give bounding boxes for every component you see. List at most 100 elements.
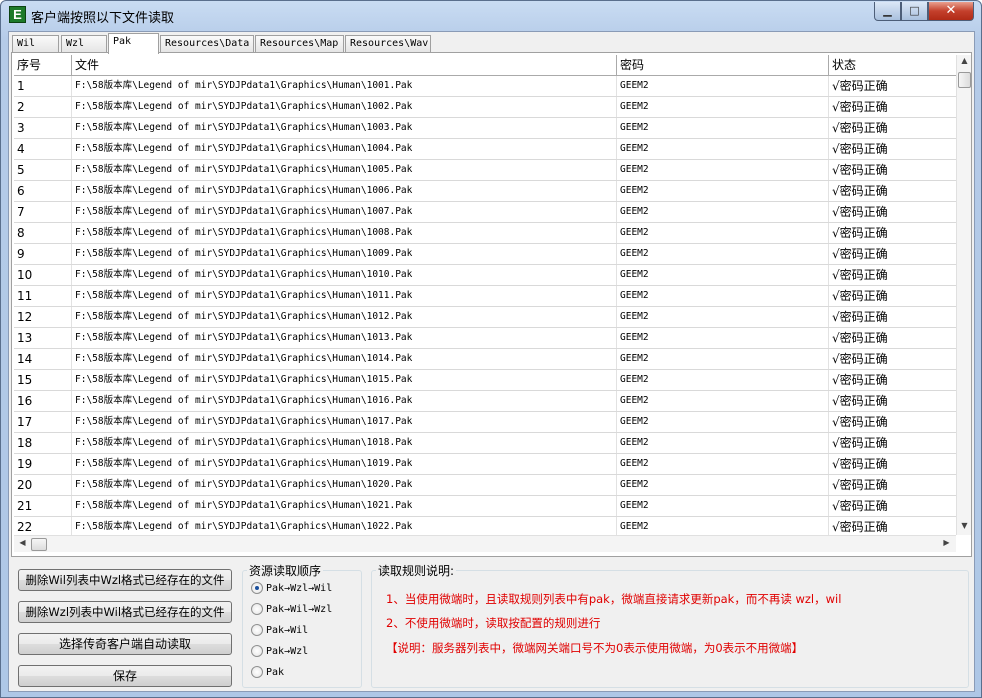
radio-icon xyxy=(251,624,263,636)
radio-label: Pak→Wzl xyxy=(266,646,309,657)
password-cell: GEEM2 xyxy=(620,164,649,175)
table-row[interactable]: 8 F:\58版本库\Legend of mir\SYDJPdata1\Graph… xyxy=(14,223,956,244)
radio-pak-only[interactable]: Pak xyxy=(251,666,284,682)
horizontal-scrollbar[interactable]: ◀ ▶ xyxy=(14,535,956,552)
status-cell: √密码正确 xyxy=(832,184,888,198)
status-cell: √密码正确 xyxy=(832,100,888,114)
table-header: 序号 文件 密码 状态 xyxy=(14,55,956,76)
tab-resources-map[interactable]: Resources\Map xyxy=(255,35,344,53)
column-header-index[interactable]: 序号 xyxy=(14,55,72,75)
row-index-cell: 14 xyxy=(17,352,33,366)
table-row[interactable]: 13 F:\58版本库\Legend of mir\SYDJPdata1\Grap… xyxy=(14,328,956,349)
radio-pak-wil[interactable]: Pak→Wil xyxy=(251,624,308,640)
table-row[interactable]: 20 F:\58版本库\Legend of mir\SYDJPdata1\Grap… xyxy=(14,475,956,496)
password-cell: GEEM2 xyxy=(620,101,649,112)
file-path-cell: F:\58版本库\Legend of mir\SYDJPdata1\Graphi… xyxy=(75,395,413,406)
table-row[interactable]: 16 F:\58版本库\Legend of mir\SYDJPdata1\Grap… xyxy=(14,391,956,412)
row-index-cell: 11 xyxy=(17,289,33,303)
table-row[interactable]: 7 F:\58版本库\Legend of mir\SYDJPdata1\Graph… xyxy=(14,202,956,223)
table-row[interactable]: 3 F:\58版本库\Legend of mir\SYDJPdata1\Graph… xyxy=(14,118,956,139)
password-cell: GEEM2 xyxy=(620,143,649,154)
password-cell: GEEM2 xyxy=(620,80,649,91)
tab-wil[interactable]: Wil xyxy=(12,35,59,53)
scroll-left-icon[interactable]: ◀ xyxy=(15,538,30,547)
file-path-cell: F:\58版本库\Legend of mir\SYDJPdata1\Graphi… xyxy=(75,479,413,490)
file-path-cell: F:\58版本库\Legend of mir\SYDJPdata1\Graphi… xyxy=(75,332,413,343)
column-header-status[interactable]: 状态 xyxy=(829,55,956,75)
maximize-button[interactable]: □ xyxy=(901,2,928,21)
scroll-right-icon[interactable]: ▶ xyxy=(939,538,954,547)
table-row[interactable]: 15 F:\58版本库\Legend of mir\SYDJPdata1\Grap… xyxy=(14,370,956,391)
read-rules-title: 读取规则说明: xyxy=(376,562,457,579)
scroll-up-icon[interactable]: ▲ xyxy=(957,56,972,65)
status-cell: √密码正确 xyxy=(832,478,888,492)
rule-line-2: 2、不使用微端时，读取按配置的规则进行 xyxy=(386,616,601,630)
main-window: E 客户端按照以下文件读取 ▁ □ ✕ Wil Wzl Pak Resource… xyxy=(0,0,982,698)
tab-resources-data[interactable]: Resources\Data xyxy=(160,35,254,53)
file-path-cell: F:\58版本库\Legend of mir\SYDJPdata1\Graphi… xyxy=(75,206,413,217)
password-cell: GEEM2 xyxy=(620,269,649,280)
password-cell: GEEM2 xyxy=(620,437,649,448)
row-index-cell: 22 xyxy=(17,520,33,534)
table-row[interactable]: 6 F:\58版本库\Legend of mir\SYDJPdata1\Graph… xyxy=(14,181,956,202)
column-header-password[interactable]: 密码 xyxy=(617,55,829,75)
status-cell: √密码正确 xyxy=(832,310,888,324)
password-cell: GEEM2 xyxy=(620,227,649,238)
status-cell: √密码正确 xyxy=(832,79,888,93)
table-row[interactable]: 14 F:\58版本库\Legend of mir\SYDJPdata1\Grap… xyxy=(14,349,956,370)
table-row[interactable]: 5 F:\58版本库\Legend of mir\SYDJPdata1\Graph… xyxy=(14,160,956,181)
status-cell: √密码正确 xyxy=(832,205,888,219)
table-row[interactable]: 17 F:\58版本库\Legend of mir\SYDJPdata1\Grap… xyxy=(14,412,956,433)
row-index-cell: 1 xyxy=(17,79,25,93)
vertical-scrollbar[interactable]: ▲ ▼ xyxy=(956,55,971,535)
status-cell: √密码正确 xyxy=(832,457,888,471)
file-table[interactable]: 序号 文件 密码 状态 1 F:\58版本库\Legend of mir\SYDJ… xyxy=(14,55,956,535)
table-row[interactable]: 9 F:\58版本库\Legend of mir\SYDJPdata1\Graph… xyxy=(14,244,956,265)
row-index-cell: 15 xyxy=(17,373,33,387)
column-header-file[interactable]: 文件 xyxy=(72,55,617,75)
radio-label: Pak xyxy=(266,667,285,678)
status-cell: √密码正确 xyxy=(832,499,888,513)
table-row[interactable]: 1 F:\58版本库\Legend of mir\SYDJPdata1\Graph… xyxy=(14,76,956,97)
password-cell: GEEM2 xyxy=(620,374,649,385)
file-path-cell: F:\58版本库\Legend of mir\SYDJPdata1\Graphi… xyxy=(75,290,413,301)
horizontal-scroll-thumb[interactable] xyxy=(31,538,47,551)
row-index-cell: 20 xyxy=(17,478,33,492)
save-button[interactable]: 保存 xyxy=(18,665,232,687)
tab-resources-wav[interactable]: Resources\Wav xyxy=(345,35,431,53)
file-path-cell: F:\58版本库\Legend of mir\SYDJPdata1\Graphi… xyxy=(75,458,413,469)
title-bar[interactable]: E 客户端按照以下文件读取 ▁ □ ✕ xyxy=(1,1,981,29)
tab-wzl[interactable]: Wzl xyxy=(61,35,107,53)
radio-pak-wil-wzl[interactable]: Pak→Wil→Wzl xyxy=(251,603,332,619)
delete-wil-duplicates-button[interactable]: 删除Wil列表中Wzl格式已经存在的文件 xyxy=(18,569,232,591)
client-area: Wil Wzl Pak Resources\Data Resources\Map… xyxy=(8,31,975,692)
radio-pak-wzl[interactable]: Pak→Wzl xyxy=(251,645,308,661)
table-row[interactable]: 4 F:\58版本库\Legend of mir\SYDJPdata1\Graph… xyxy=(14,139,956,160)
table-row[interactable]: 10 F:\58版本库\Legend of mir\SYDJPdata1\Grap… xyxy=(14,265,956,286)
table-row[interactable]: 11 F:\58版本库\Legend of mir\SYDJPdata1\Grap… xyxy=(14,286,956,307)
row-index-cell: 8 xyxy=(17,226,25,240)
close-button[interactable]: ✕ xyxy=(928,2,974,21)
table-row[interactable]: 19 F:\58版本库\Legend of mir\SYDJPdata1\Grap… xyxy=(14,454,956,475)
file-path-cell: F:\58版本库\Legend of mir\SYDJPdata1\Graphi… xyxy=(75,164,413,175)
auto-read-client-button[interactable]: 选择传奇客户端自动读取 xyxy=(18,633,232,655)
vertical-scroll-thumb[interactable] xyxy=(958,72,971,88)
file-path-cell: F:\58版本库\Legend of mir\SYDJPdata1\Graphi… xyxy=(75,500,413,511)
read-order-group: 资源读取顺序 Pak→Wzl→Wil Pak→Wil→Wzl Pak→Wil P… xyxy=(242,562,362,688)
scroll-down-icon[interactable]: ▼ xyxy=(957,521,972,530)
delete-wzl-duplicates-button[interactable]: 删除Wzl列表中Wil格式已经存在的文件 xyxy=(18,601,232,623)
table-row[interactable]: 21 F:\58版本库\Legend of mir\SYDJPdata1\Grap… xyxy=(14,496,956,517)
table-row[interactable]: 12 F:\58版本库\Legend of mir\SYDJPdata1\Grap… xyxy=(14,307,956,328)
rule-line-1: 1、当使用微端时，且读取规则列表中有pak，微端直接请求更新pak，而不再读 w… xyxy=(386,592,842,606)
table-row[interactable]: 2 F:\58版本库\Legend of mir\SYDJPdata1\Graph… xyxy=(14,97,956,118)
table-row[interactable]: 22 F:\58版本库\Legend of mir\SYDJPdata1\Grap… xyxy=(14,517,956,535)
minimize-button[interactable]: ▁ xyxy=(874,2,901,21)
tab-pak[interactable]: Pak xyxy=(108,33,159,54)
file-path-cell: F:\58版本库\Legend of mir\SYDJPdata1\Graphi… xyxy=(75,80,413,91)
table-row[interactable]: 18 F:\58版本库\Legend of mir\SYDJPdata1\Grap… xyxy=(14,433,956,454)
password-cell: GEEM2 xyxy=(620,332,649,343)
radio-pak-wzl-wil[interactable]: Pak→Wzl→Wil xyxy=(251,582,332,598)
file-path-cell: F:\58版本库\Legend of mir\SYDJPdata1\Graphi… xyxy=(75,437,413,448)
window-title: 客户端按照以下文件读取 xyxy=(31,10,175,25)
file-path-cell: F:\58版本库\Legend of mir\SYDJPdata1\Graphi… xyxy=(75,311,413,322)
